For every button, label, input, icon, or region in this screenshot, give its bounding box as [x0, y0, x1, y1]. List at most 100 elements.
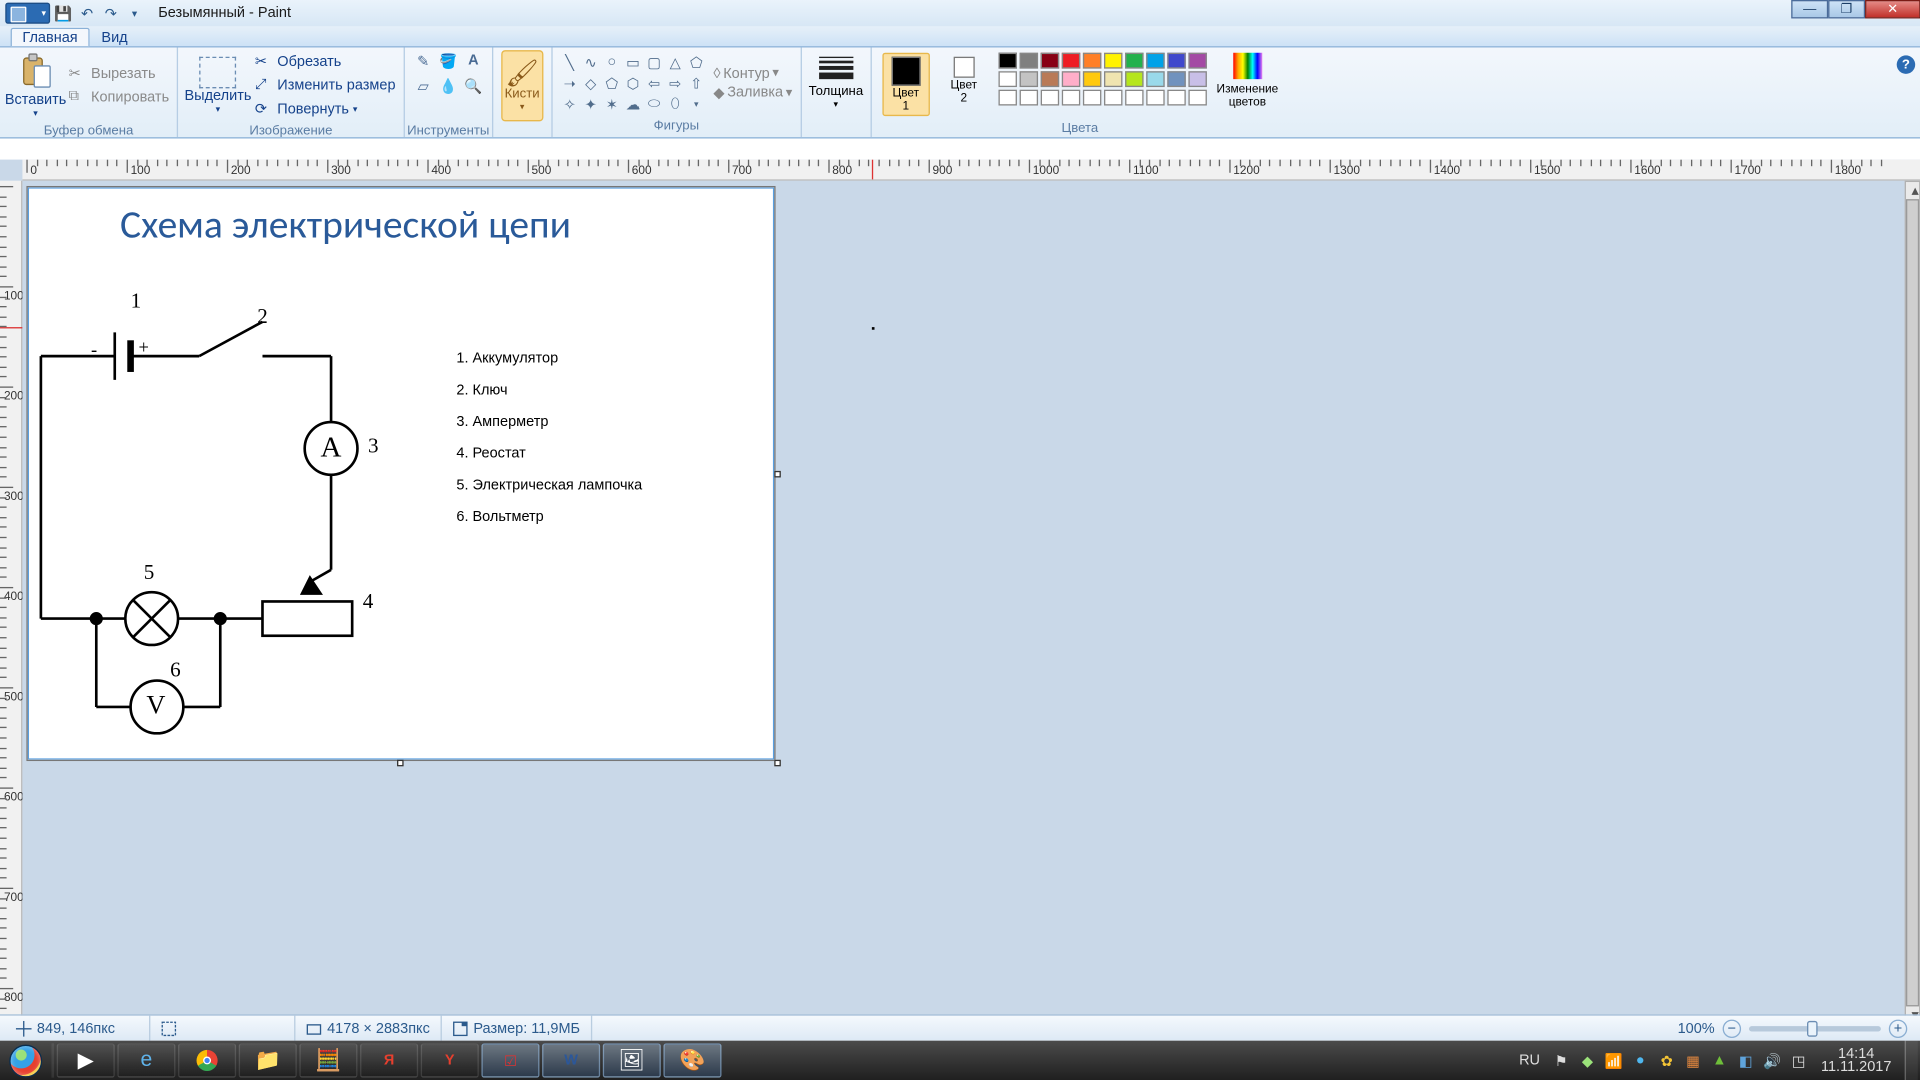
canvas-viewport[interactable]: Схема электрической цепи: [22, 181, 1904, 1025]
palette-swatch[interactable]: [1061, 90, 1079, 106]
tool-picker[interactable]: 💧: [438, 75, 459, 96]
palette-swatch[interactable]: [1019, 71, 1037, 87]
tray-icon-6[interactable]: ▲: [1710, 1051, 1728, 1069]
palette-swatch[interactable]: [1167, 90, 1185, 106]
close-button[interactable]: ✕: [1865, 0, 1920, 18]
taskbar-ie[interactable]: e: [117, 1043, 175, 1077]
paste-button[interactable]: Вставить▾: [8, 50, 63, 121]
tray-icon-8[interactable]: ◳: [1789, 1051, 1807, 1069]
palette-swatch[interactable]: [1083, 53, 1101, 69]
resize-button[interactable]: ⤢Изменить размер: [255, 75, 396, 96]
shape-outline[interactable]: ◊Контур ▾: [713, 65, 792, 81]
tool-text[interactable]: A: [463, 50, 484, 71]
palette-swatch[interactable]: [1083, 90, 1101, 106]
palette-swatch[interactable]: [1125, 53, 1143, 69]
tray-volume-icon[interactable]: 🔊: [1763, 1051, 1781, 1069]
shapes-gallery[interactable]: ╲∿○▭▢△⬠ ➝◇⬠⬡⇦⇨⇧ ✧✦✶☁⬭⬯▾: [560, 53, 705, 114]
qat-customize-icon[interactable]: ▾: [124, 3, 145, 24]
scroll-thumb-v[interactable]: [1906, 199, 1919, 1006]
taskbar-wmp[interactable]: ▶: [57, 1043, 115, 1077]
tray-icon-5[interactable]: ▦: [1684, 1051, 1702, 1069]
rotate-button[interactable]: ⟳Повернуть ▾: [255, 99, 396, 120]
taskbar-yd[interactable]: Y: [421, 1043, 479, 1077]
taskbar-photos[interactable]: 🖼: [603, 1043, 661, 1077]
palette-swatch[interactable]: [1167, 53, 1185, 69]
tool-pencil[interactable]: ✎: [413, 50, 434, 71]
color-palette[interactable]: [998, 53, 1206, 106]
palette-swatch[interactable]: [998, 71, 1016, 87]
palette-swatch[interactable]: [1040, 71, 1058, 87]
scrollbar-vertical[interactable]: ▴ ▾: [1905, 181, 1920, 1025]
tray-icon-7[interactable]: ◧: [1737, 1051, 1755, 1069]
taskbar-explorer[interactable]: 📁: [239, 1043, 297, 1077]
size-button[interactable]: Толщина ▾: [809, 57, 862, 110]
zoom-in-button[interactable]: +: [1889, 1019, 1907, 1037]
palette-swatch[interactable]: [1104, 71, 1122, 87]
resize-handle-e[interactable]: [774, 471, 781, 478]
palette-swatch[interactable]: [1083, 71, 1101, 87]
palette-swatch[interactable]: [1104, 53, 1122, 69]
palette-swatch[interactable]: [1125, 90, 1143, 106]
zoom-out-button[interactable]: −: [1723, 1019, 1741, 1037]
palette-swatch[interactable]: [1061, 71, 1079, 87]
maximize-button[interactable]: ❐: [1828, 0, 1865, 18]
taskbar-chrome[interactable]: [178, 1043, 236, 1077]
edit-colors-button[interactable]: Изменение цветов: [1217, 53, 1278, 108]
palette-swatch[interactable]: [1167, 71, 1185, 87]
zoom-thumb[interactable]: [1807, 1020, 1818, 1036]
tool-fill[interactable]: 🪣: [438, 50, 459, 71]
taskbar-clock[interactable]: 14:1411.11.2017: [1816, 1047, 1897, 1073]
palette-swatch[interactable]: [1040, 53, 1058, 69]
scroll-up-icon[interactable]: ▴: [1906, 182, 1920, 199]
qat-undo-icon[interactable]: ↶: [77, 3, 98, 24]
tray-flag-icon[interactable]: ⚑: [1552, 1051, 1570, 1069]
color2-button[interactable]: Цвет 2: [940, 53, 987, 104]
taskbar-yandex[interactable]: Я: [360, 1043, 418, 1077]
start-button[interactable]: [0, 1041, 50, 1080]
qat-save-icon[interactable]: 💾: [53, 3, 74, 24]
taskbar-word[interactable]: W: [542, 1043, 600, 1077]
canvas[interactable]: Схема электрической цепи: [26, 186, 775, 761]
tray-icon-1[interactable]: ◆: [1578, 1051, 1596, 1069]
taskbar-app1[interactable]: ☑: [481, 1043, 539, 1077]
palette-swatch[interactable]: [1188, 90, 1206, 106]
tool-magnifier[interactable]: 🔍: [463, 75, 484, 96]
crop-button[interactable]: ✂Обрезать: [255, 51, 396, 72]
taskbar-calc[interactable]: 🧮: [299, 1043, 357, 1077]
tray-icon-4[interactable]: ✿: [1657, 1051, 1675, 1069]
qat-redo-icon[interactable]: ↷: [100, 3, 121, 24]
file-menu[interactable]: ▾: [5, 3, 50, 24]
palette-swatch[interactable]: [1040, 90, 1058, 106]
zoom-slider[interactable]: [1749, 1026, 1881, 1031]
show-desktop-button[interactable]: [1905, 1041, 1918, 1080]
palette-swatch[interactable]: [1125, 71, 1143, 87]
tab-main[interactable]: Главная: [11, 28, 90, 46]
palette-swatch[interactable]: [998, 90, 1016, 106]
language-indicator[interactable]: RU: [1515, 1050, 1544, 1071]
palette-swatch[interactable]: [1061, 53, 1079, 69]
tray-icon-2[interactable]: 📶: [1605, 1051, 1623, 1069]
palette-swatch[interactable]: [1019, 53, 1037, 69]
palette-swatch[interactable]: [1146, 90, 1164, 106]
select-button[interactable]: Выделить▾: [186, 50, 249, 121]
palette-swatch[interactable]: [1104, 90, 1122, 106]
color1-button[interactable]: Цвет 1: [882, 53, 929, 116]
tray-icon-3[interactable]: ●: [1631, 1051, 1649, 1069]
copy-button[interactable]: ⧉Копировать: [69, 87, 170, 108]
palette-swatch[interactable]: [1146, 53, 1164, 69]
palette-swatch[interactable]: [1188, 71, 1206, 87]
brushes-button[interactable]: 🖌 Кисти ▾: [501, 50, 543, 121]
tool-eraser[interactable]: ▱: [413, 75, 434, 96]
palette-swatch[interactable]: [1019, 90, 1037, 106]
cut-button[interactable]: ✂Вырезать: [69, 63, 170, 84]
palette-swatch[interactable]: [998, 53, 1016, 69]
palette-swatch[interactable]: [1188, 53, 1206, 69]
taskbar-paint[interactable]: 🎨: [663, 1043, 721, 1077]
palette-swatch[interactable]: [1146, 71, 1164, 87]
shape-fill[interactable]: ◆Заливка ▾: [713, 84, 792, 101]
resize-handle-se[interactable]: [774, 760, 781, 767]
help-icon[interactable]: ?: [1897, 55, 1915, 73]
resize-handle-s[interactable]: [397, 760, 404, 767]
tab-view[interactable]: Вид: [90, 28, 140, 46]
minimize-button[interactable]: —: [1791, 0, 1828, 18]
